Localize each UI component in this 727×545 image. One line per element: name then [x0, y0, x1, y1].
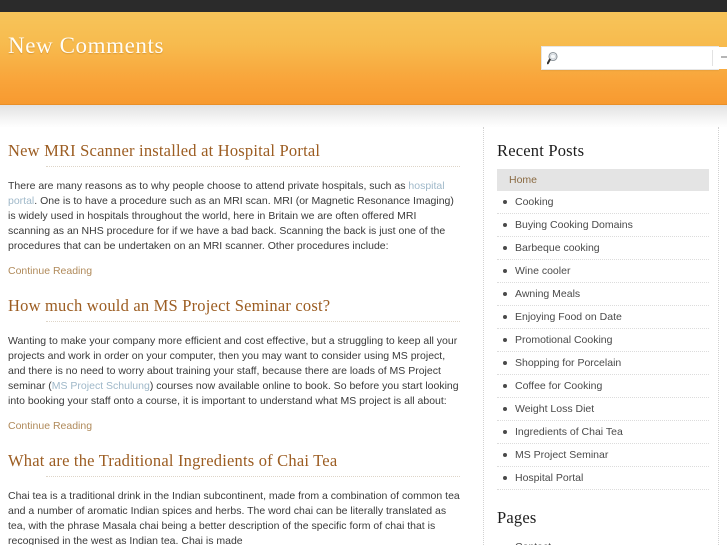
title-rule	[46, 476, 460, 477]
site-title: New Comments	[8, 33, 165, 58]
sidebar-item-label[interactable]: Cooking	[515, 196, 554, 208]
sidebar-item-cooking[interactable]: Cooking	[497, 191, 709, 214]
pages-heading: Pages	[497, 508, 537, 527]
sidebar-item-label[interactable]: Barbeque cooking	[515, 242, 600, 254]
sidebar-item-home[interactable]: Home	[497, 169, 709, 191]
main-content: New MRI Scanner installed at Hospital Po…	[0, 127, 470, 545]
sidebar-item-label[interactable]: Promotional Cooking	[515, 334, 612, 346]
sidebar-item-label[interactable]: Coffee for Cooking	[515, 380, 602, 392]
sidebar-item-label[interactable]: Wine cooler	[515, 265, 570, 277]
article-title: How much would an MS Project Seminar cos…	[8, 296, 331, 315]
sidebar-item-label[interactable]: Shopping for Porcelain	[515, 357, 621, 369]
sidebar-item-label[interactable]: Enjoying Food on Date	[515, 311, 622, 323]
sidebar-item-hospital-portal[interactable]: Hospital Portal	[497, 467, 709, 490]
article-body-part: There are many reasons as to why people …	[8, 180, 409, 192]
article-body-part: . One is to have a procedure such as an …	[8, 195, 454, 252]
site-header: New Comments	[0, 12, 727, 105]
sidebar-item-shopping-for-porcelain[interactable]: Shopping for Porcelain	[497, 352, 709, 375]
sidebar-item-label[interactable]: Home	[509, 174, 537, 186]
title-rule	[46, 166, 460, 167]
right-edge-divider	[718, 127, 719, 545]
article-3: What are the Traditional Ingredients of …	[8, 451, 460, 545]
top-dark-bar	[0, 0, 727, 12]
page-body: New MRI Scanner installed at Hospital Po…	[0, 127, 727, 545]
inline-link[interactable]: MS Project Schulung	[52, 380, 150, 392]
sidebar-item-buying-cooking-domains[interactable]: Buying Cooking Domains	[497, 214, 709, 237]
sidebar-item-label[interactable]: Weight Loss Diet	[515, 403, 594, 415]
article-body: There are many reasons as to why people …	[8, 179, 460, 254]
article-2: How much would an MS Project Seminar cos…	[8, 296, 460, 434]
recent-posts-heading: Recent Posts	[497, 141, 585, 160]
sidebar: Recent Posts Home Cooking Buying Cooking…	[497, 127, 709, 545]
article-title: New MRI Scanner installed at Hospital Po…	[8, 141, 321, 160]
sidebar-item-ms-project-seminar[interactable]: MS Project Seminar	[497, 444, 709, 467]
title-rule	[46, 321, 460, 322]
sidebar-item-wine-cooler[interactable]: Wine cooler	[497, 260, 709, 283]
article-body: Wanting to make your company more effici…	[8, 334, 460, 409]
recent-posts-list: Home Cooking Buying Cooking Domains Barb…	[497, 169, 709, 490]
arrow-right-icon	[719, 51, 727, 66]
sidebar-item-ingredients-of-chai-tea[interactable]: Ingredients of Chai Tea	[497, 421, 709, 444]
sidebar-item-label[interactable]: Buying Cooking Domains	[515, 219, 633, 231]
sidebar-item-barbeque-cooking[interactable]: Barbeque cooking	[497, 237, 709, 260]
article-title: What are the Traditional Ingredients of …	[8, 451, 338, 470]
sidebar-item-contact[interactable]: Contact	[497, 536, 709, 545]
search-submit-button[interactable]	[713, 47, 727, 69]
sidebar-item-label[interactable]: Hospital Portal	[515, 472, 583, 484]
sidebar-item-coffee-for-cooking[interactable]: Coffee for Cooking	[497, 375, 709, 398]
article-body: Chai tea is a traditional drink in the I…	[8, 490, 460, 545]
continue-reading-link[interactable]: Continue Reading	[8, 420, 92, 432]
sidebar-item-label[interactable]: Awning Meals	[515, 288, 580, 300]
sidebar-item-label[interactable]: Ingredients of Chai Tea	[515, 426, 623, 438]
nav-strip	[0, 105, 727, 127]
sidebar-item-label[interactable]: Contact	[515, 541, 551, 545]
sidebar-item-promotional-cooking[interactable]: Promotional Cooking	[497, 329, 709, 352]
continue-reading-link[interactable]: Continue Reading	[8, 265, 92, 277]
sidebar-item-label[interactable]: MS Project Seminar	[515, 449, 608, 461]
sidebar-item-weight-loss-diet[interactable]: Weight Loss Diet	[497, 398, 709, 421]
search-input[interactable]	[566, 48, 712, 68]
sidebar-item-enjoying-food-on-date[interactable]: Enjoying Food on Date	[497, 306, 709, 329]
content-sidebar-divider	[483, 127, 484, 545]
pages-list: Contact Disclaimer	[497, 536, 709, 545]
search-box[interactable]	[541, 46, 727, 70]
search-icon	[542, 47, 566, 69]
sidebar-item-awning-meals[interactable]: Awning Meals	[497, 283, 709, 306]
article-1: New MRI Scanner installed at Hospital Po…	[8, 141, 460, 279]
